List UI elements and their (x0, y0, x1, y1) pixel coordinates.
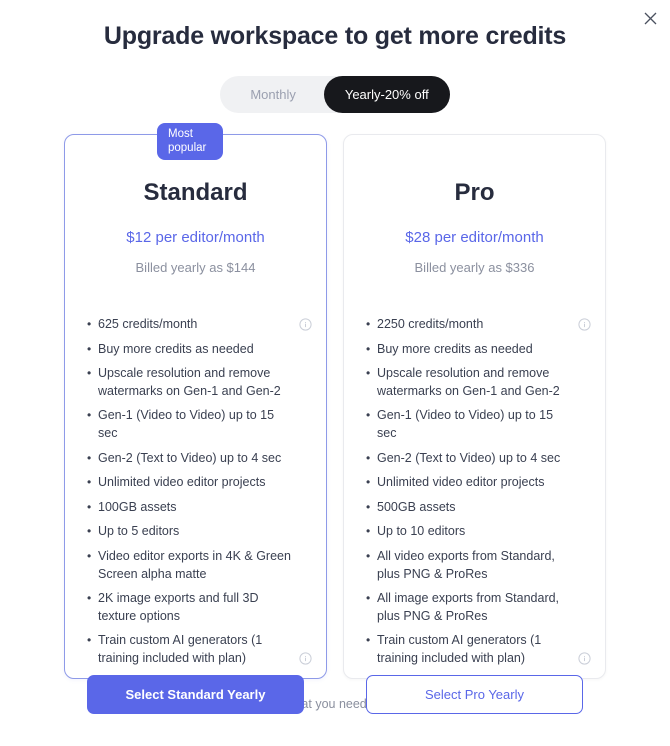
page-title: Upgrade workspace to get more credits (103, 22, 567, 50)
feature-label: All image exports from Standard, plus PN… (377, 591, 560, 623)
list-item: • All video exports from Standard, plus P… (366, 548, 591, 583)
bullet-icon: • (366, 341, 371, 356)
feature-label: 500GB assets (377, 499, 456, 514)
select-plan-button-pro[interactable]: Select Pro Yearly (366, 674, 583, 714)
list-item: • Buy more credits as needed (87, 341, 312, 359)
bullet-icon: • (366, 366, 371, 381)
toggle-option-monthly[interactable]: Monthly (220, 76, 324, 113)
billing-toggle: Monthly Yearly-20% off (0, 76, 670, 113)
list-item: • Video editor exports in 4K & Green Scre… (87, 548, 312, 583)
list-item: • Upscale resolution and remove watermark… (366, 365, 591, 400)
bullet-icon: • (366, 317, 371, 331)
cta-container: Select Pro Yearly (344, 674, 605, 736)
feature-label: Up to 10 editors (377, 524, 466, 539)
bullet-icon: • (87, 408, 92, 423)
feature-label: Upscale resolution and remove watermarks… (98, 366, 281, 398)
feature-label: Train custom AI generators (1 training i… (377, 633, 542, 665)
list-item: • Up to 5 editors (87, 523, 312, 541)
plan-card-standard: Most popular Standard $12 per editor/month… (64, 123, 327, 714)
plan-billing-note: Billed yearly as $144 (135, 260, 256, 275)
plan-name: Pro (454, 179, 495, 206)
bullet-icon: • (87, 475, 92, 490)
plans-container: Most popular Standard $12 per editor/month… (0, 123, 670, 714)
bullet-icon: • (87, 591, 92, 606)
list-item: • 2K image exports and full 3D texture op… (87, 590, 312, 625)
list-item: • Buy more credits as needed (366, 341, 591, 359)
list-item: • Train custom AI generators (1 training … (87, 632, 312, 667)
bullet-icon: • (87, 450, 92, 465)
bullet-icon: • (366, 591, 371, 606)
feature-label: 625 credits/month (98, 317, 198, 331)
bullet-icon: • (87, 548, 92, 563)
list-item: • Unlimited video editor projects (87, 474, 312, 492)
feature-label: 2K image exports and full 3D texture opt… (98, 591, 259, 623)
feature-label: All video exports from Standard, plus PN… (377, 548, 555, 581)
list-item: • 100GB assets (87, 499, 312, 517)
feature-label: 100GB assets (98, 499, 177, 514)
list-item: • Up to 10 editors (366, 523, 591, 541)
bullet-icon: • (366, 408, 371, 423)
feature-label: Video editor exports in 4K & Green Scree… (98, 548, 291, 581)
feature-label: Buy more credits as needed (98, 341, 254, 356)
bullet-icon: • (87, 317, 92, 331)
bullet-icon: • (366, 499, 371, 514)
list-item: • Upscale resolution and remove watermark… (87, 365, 312, 400)
bullet-icon: • (87, 366, 92, 381)
info-icon[interactable] (578, 652, 591, 665)
feature-label: Gen-2 (Text to Video) up to 4 sec (98, 450, 282, 465)
toggle-option-yearly[interactable]: Yearly-20% off (323, 76, 450, 113)
bullet-icon: • (87, 524, 92, 539)
plan-card-pro: Pro $28 per editor/month Billed yearly as … (343, 134, 606, 714)
bullet-icon: • (366, 633, 371, 648)
feature-list: • 625 credits/month • Buy more credits as n… (65, 276, 326, 675)
list-item: • Gen-1 (Video to Video) up to 15 sec (87, 407, 312, 442)
info-icon[interactable] (299, 652, 312, 665)
plan-billing-note: Billed yearly as $336 (414, 260, 535, 275)
list-item: • 625 credits/month (87, 316, 312, 334)
most-popular-badge: Most popular (157, 123, 223, 160)
feature-label: Gen-1 (Video to Video) up to 15 sec (377, 408, 554, 440)
billing-toggle-group[interactable]: Monthly Yearly-20% off (220, 76, 450, 113)
feature-label: Upscale resolution and remove watermarks… (377, 366, 560, 398)
info-icon[interactable] (578, 318, 591, 331)
bullet-icon: • (87, 633, 92, 648)
close-button[interactable] (639, 7, 661, 29)
list-item: • Unlimited video editor projects (366, 474, 591, 492)
bullet-icon: • (366, 524, 371, 539)
list-item: • All image exports from Standard, plus P… (366, 590, 591, 625)
bullet-icon: • (366, 450, 371, 465)
list-item: • 500GB assets (366, 499, 591, 517)
list-item: • Gen-2 (Text to Video) up to 4 sec (87, 450, 312, 468)
feature-label: Gen-2 (Text to Video) up to 4 sec (377, 450, 561, 465)
feature-label: Unlimited video editor projects (377, 475, 545, 490)
bullet-icon: • (366, 475, 371, 490)
bullet-icon: • (366, 548, 371, 563)
feature-label: Unlimited video editor projects (98, 475, 266, 490)
info-icon[interactable] (299, 318, 312, 331)
feature-label: 2250 credits/month (377, 317, 484, 331)
plan-price: $28 per editor/month (405, 229, 544, 246)
list-item: • Train custom AI generators (1 training … (366, 632, 591, 667)
feature-label: Up to 5 editors (98, 524, 180, 539)
list-item: • Gen-1 (Video to Video) up to 15 sec (366, 407, 591, 442)
feature-list: • 2250 credits/month • Buy more credits as … (344, 276, 605, 675)
feature-label: Gen-1 (Video to Video) up to 15 sec (98, 408, 275, 440)
cta-container: Select Standard Yearly (65, 674, 326, 736)
plan-price: $12 per editor/month (126, 229, 265, 246)
feature-label: Train custom AI generators (1 training i… (98, 633, 263, 665)
list-item: • Gen-2 (Text to Video) up to 4 sec (366, 450, 591, 468)
bullet-icon: • (87, 341, 92, 356)
list-item: • 2250 credits/month (366, 316, 591, 334)
feature-label: Buy more credits as needed (377, 341, 533, 356)
close-icon (644, 12, 657, 25)
bullet-icon: • (87, 499, 92, 514)
select-plan-button-standard[interactable]: Select Standard Yearly (87, 674, 304, 714)
